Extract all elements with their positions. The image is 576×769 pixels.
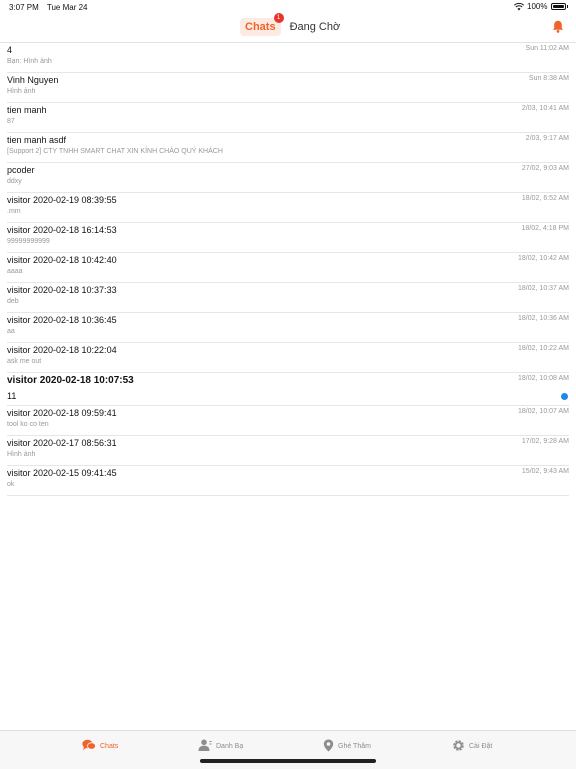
chat-row[interactable]: visitor 2020-02-15 09:41:45 ok 15/02, 9:43… xyxy=(7,466,569,496)
bell-icon[interactable] xyxy=(552,20,564,38)
chat-row[interactable]: pcoder ddxy 27/02, 9:03 AM xyxy=(7,163,569,193)
chat-name: visitor 2020-02-18 16:14:53 xyxy=(7,225,117,235)
chat-row[interactable]: Vinh Nguyen Hình ảnh Sun 8:38 AM xyxy=(7,73,569,103)
chat-name: visitor 2020-02-17 08:56:31 xyxy=(7,438,117,448)
chat-name: visitor 2020-02-18 10:42:40 xyxy=(7,255,117,265)
chat-row[interactable]: visitor 2020-02-18 10:22:04 ask me out 18/… xyxy=(7,343,569,373)
chat-name: tien manh asdf xyxy=(7,135,67,145)
chat-name: 4 xyxy=(7,45,13,55)
tab-chats[interactable]: Chats 1 xyxy=(240,13,284,36)
tab-waiting-label: Đang Chờ xyxy=(289,21,341,33)
status-bar: 3:07 PM Tue Mar 24 100% xyxy=(0,0,576,14)
chat-preview: ddxy xyxy=(7,178,22,185)
location-pin-icon xyxy=(323,739,334,754)
contacts-icon xyxy=(198,739,212,753)
chat-name: visitor 2020-02-19 08:39:55 xyxy=(7,195,117,205)
chat-list: 4 Bạn: Hình ảnh Sun 11:02 AM Vinh Nguyen Hìn… xyxy=(0,43,576,496)
chat-time: 18/02, 10:42 AM xyxy=(518,255,569,262)
chat-time: 27/02, 9:03 AM xyxy=(521,165,569,172)
chat-preview: tool ko co ten xyxy=(7,421,49,428)
tab-bar-settings-label: Cài Đặt xyxy=(469,743,493,750)
chat-row[interactable]: visitor 2020-02-19 08:39:55 .mm 18/02, 6:5… xyxy=(7,193,569,223)
tab-bar-settings[interactable]: Cài Đặt xyxy=(452,739,492,754)
chat-preview: Hình ảnh xyxy=(7,88,36,95)
chat-time: 2/03, 10:41 AM xyxy=(521,105,569,112)
chat-preview: Bạn: Hình ảnh xyxy=(7,58,52,65)
chat-time: 18/02, 10:07 AM xyxy=(518,408,569,415)
chat-time: 15/02, 9:43 AM xyxy=(521,468,569,475)
chat-preview: 11 xyxy=(7,391,17,401)
chat-name: visitor 2020-02-18 09:59:41 xyxy=(7,408,117,418)
chat-time: 2/03, 9:17 AM xyxy=(525,135,569,142)
battery-icon xyxy=(550,3,566,10)
tab-bar-contacts[interactable]: Danh Bạ xyxy=(198,739,243,753)
chat-name: visitor 2020-02-15 09:41:45 xyxy=(7,468,117,478)
chat-row[interactable]: visitor 2020-02-18 10:42:40 aaaa 18/02, 10… xyxy=(7,253,569,283)
chat-name: visitor 2020-02-18 10:07:53 xyxy=(7,375,134,386)
chat-row[interactable]: visitor 2020-02-18 16:14:53 99999999999 18… xyxy=(7,223,569,253)
status-date: Tue Mar 24 xyxy=(46,3,88,12)
gear-icon xyxy=(452,739,465,754)
unread-dot xyxy=(561,393,568,400)
chat-name: visitor 2020-02-18 10:37:33 xyxy=(7,285,117,295)
chat-name: pcoder xyxy=(7,165,35,175)
chat-time: Sun 11:02 AM xyxy=(525,45,569,52)
chat-name: visitor 2020-02-18 10:36:45 xyxy=(7,315,117,325)
status-right: 100% xyxy=(514,2,568,11)
battery-tip xyxy=(566,5,568,8)
chats-badge: 1 xyxy=(273,13,284,23)
tab-chats-label: Chats xyxy=(245,21,276,33)
segment-tabs: Chats 1 Đang Chờ xyxy=(240,13,346,36)
chat-name: Vinh Nguyen xyxy=(7,75,59,85)
tab-bar-visits-label: Ghé Thăm xyxy=(338,743,371,750)
tab-bar-chats-label: Chats xyxy=(100,742,119,750)
tab-waiting[interactable]: Đang Chờ xyxy=(285,18,346,36)
battery-percent: 100% xyxy=(527,2,548,11)
chat-preview: aa xyxy=(7,328,15,335)
chat-bubbles-icon xyxy=(82,739,96,753)
header: Chats 1 Đang Chờ xyxy=(0,13,576,43)
chat-row[interactable]: visitor 2020-02-18 10:07:53 11 18/02, 10:0… xyxy=(7,373,569,406)
chat-preview: [Support 2] CTY TNHH SMART CHAT XIN KÍNH… xyxy=(7,148,223,155)
wifi-icon xyxy=(514,2,525,11)
chat-name: tien manh xyxy=(7,105,47,115)
chat-time: 18/02, 6:52 AM xyxy=(521,195,569,202)
status-time: 3:07 PM xyxy=(9,3,39,12)
chat-preview: 99999999999 xyxy=(7,238,50,245)
chat-time: 18/02, 4:18 PM xyxy=(521,225,569,232)
chat-time: 18/02, 10:08 AM xyxy=(518,375,569,382)
chat-preview: .mm xyxy=(7,208,21,215)
chat-row[interactable]: 4 Bạn: Hình ảnh Sun 11:02 AM xyxy=(7,43,569,73)
tab-bar-visits[interactable]: Ghé Thăm xyxy=(323,739,371,754)
chat-row[interactable]: visitor 2020-02-18 10:36:45 aa 18/02, 10:3… xyxy=(7,313,569,343)
tab-bar-chats[interactable]: Chats xyxy=(82,739,118,753)
chat-time: 18/02, 10:37 AM xyxy=(518,285,569,292)
home-indicator xyxy=(200,759,376,763)
chat-preview: Hình ảnh xyxy=(7,451,36,458)
chat-preview: aaaa xyxy=(7,268,23,275)
chat-row[interactable]: visitor 2020-02-18 10:37:33 deb 18/02, 10:… xyxy=(7,283,569,313)
chat-time: 18/02, 10:36 AM xyxy=(518,315,569,322)
tab-bar-contacts-label: Danh Bạ xyxy=(216,742,244,750)
chat-time: Sun 8:38 AM xyxy=(528,75,569,82)
chat-preview: deb xyxy=(7,298,19,305)
chat-preview: ask me out xyxy=(7,358,42,365)
chat-preview: 87 xyxy=(7,118,15,125)
status-left: 3:07 PM Tue Mar 24 xyxy=(9,3,93,12)
chat-row[interactable]: tien manh asdf [Support 2] CTY TNHH SMART… xyxy=(7,133,569,163)
chat-time: 17/02, 9:28 AM xyxy=(521,438,569,445)
chat-preview: ok xyxy=(7,481,15,488)
chat-time: 18/02, 10:22 AM xyxy=(518,345,569,352)
tab-bar: Chats Danh Bạ Ghé Thăm Cài Đặt xyxy=(0,730,576,769)
chat-row[interactable]: visitor 2020-02-18 09:59:41 tool ko co te… xyxy=(7,406,569,436)
chat-row[interactable]: visitor 2020-02-17 08:56:31 Hình ảnh 17/02… xyxy=(7,436,569,466)
chat-row[interactable]: tien manh 87 2/03, 10:41 AM xyxy=(7,103,569,133)
chat-name: visitor 2020-02-18 10:22:04 xyxy=(7,345,117,355)
